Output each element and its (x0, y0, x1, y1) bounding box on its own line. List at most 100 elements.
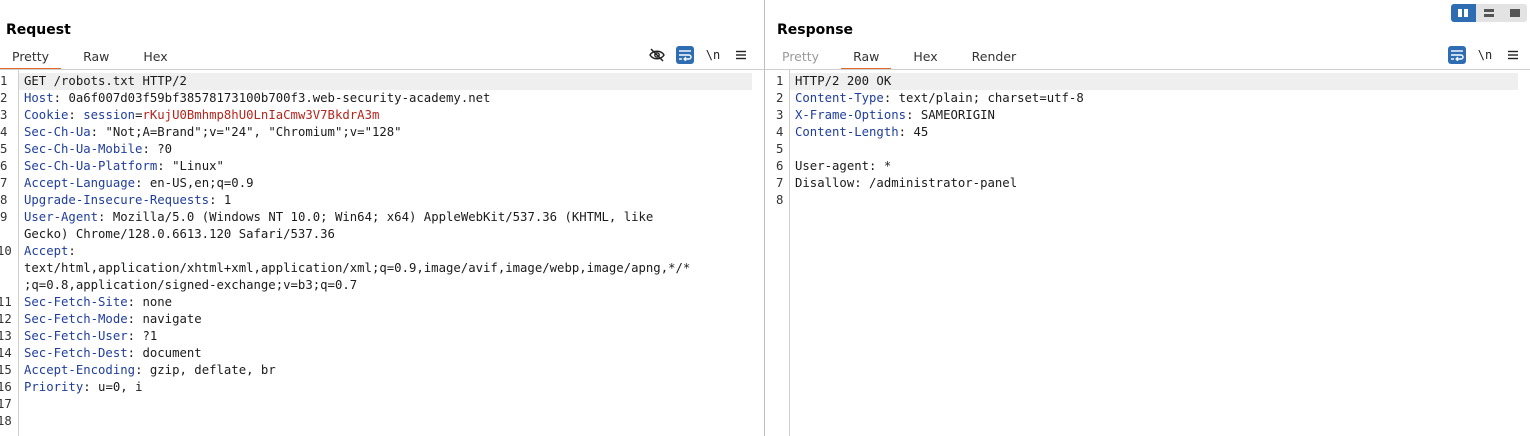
request-editor[interactable]: 1 GET /robots.txt HTTP/2 2 Host: 0a6f007d03… (0, 70, 764, 436)
code-line[interactable]: 8 Upgrade-Insecure-Requests: 1 (0, 192, 764, 209)
code-line[interactable]: 5 Sec-Ch-Ua-Mobile: ?0 (0, 141, 764, 158)
tab-pretty[interactable]: Pretty (770, 44, 831, 70)
line-content[interactable]: Sec-Fetch-Mode: navigate (24, 311, 202, 328)
code-line[interactable]: 5 (765, 141, 1530, 158)
newline-toggle-button[interactable]: \n (704, 46, 722, 64)
code-line[interactable]: 18 (0, 413, 764, 430)
header-name: Cookie (24, 108, 69, 122)
code-line[interactable]: 14 Sec-Fetch-Dest: document (0, 345, 764, 362)
header-name: Sec-Fetch-Site (24, 295, 128, 309)
line-number: 17 (0, 397, 12, 411)
code-line[interactable]: 7 Disallow: /administrator-panel (765, 175, 1530, 192)
line-content[interactable]: Sec-Ch-Ua-Mobile: ?0 (24, 141, 172, 158)
code-line[interactable]: 2 Content-Type: text/plain; charset=utf-8 (765, 90, 1530, 107)
code-line[interactable]: 6 Sec-Ch-Ua-Platform: "Linux" (0, 158, 764, 175)
line-content[interactable]: Host: 0a6f007d03f59bf38578173100b700f3.w… (24, 90, 490, 107)
hamburger-menu-icon[interactable] (1504, 46, 1522, 64)
code-line[interactable]: 1 GET /robots.txt HTTP/2 (0, 73, 764, 90)
code-line[interactable]: 13 Sec-Fetch-User: ?1 (0, 328, 764, 345)
code-line[interactable]: 3 X-Frame-Options: SAMEORIGIN (765, 107, 1530, 124)
line-content[interactable]: Accept: (24, 243, 83, 260)
line-content[interactable]: User-Agent: Mozilla/5.0 (Windows NT 10.0… (24, 209, 653, 226)
wrap-lines-icon[interactable] (1448, 46, 1466, 64)
header-separator: : (90, 125, 106, 139)
line-content[interactable]: Accept-Language: en-US,en;q=0.9 (24, 175, 254, 192)
response-code[interactable]: 1 HTTP/2 200 OK 2 Content-Type: text/plain;… (765, 73, 1530, 209)
header-name: Sec-Ch-Ua-Platform (24, 159, 158, 173)
line-content[interactable]: User-agent: * (795, 158, 891, 175)
code-line[interactable]: 10 Accept: (0, 243, 764, 260)
hamburger-menu-icon[interactable] (732, 46, 750, 64)
tab-hex[interactable]: Hex (901, 44, 949, 70)
line-content[interactable]: HTTP/2 200 OK (795, 73, 891, 90)
line-content[interactable]: X-Frame-Options: SAMEORIGIN (795, 107, 995, 124)
code-line[interactable]: 9 User-Agent: Mozilla/5.0 (Windows NT 10.… (0, 209, 764, 226)
code-line[interactable]: 12 Sec-Fetch-Mode: navigate (0, 311, 764, 328)
code-line[interactable]: 16 Priority: u=0, i (0, 379, 764, 396)
line-text: HTTP/2 200 OK (795, 74, 892, 88)
line-content[interactable]: Content-Length: 45 (795, 124, 928, 141)
header-separator: : (83, 380, 99, 394)
line-content[interactable]: Accept-Encoding: gzip, deflate, br (24, 362, 276, 379)
code-line[interactable]: 1 HTTP/2 200 OK (765, 73, 1530, 90)
tab-pretty[interactable]: Pretty (0, 44, 62, 70)
code-line[interactable]: 6 User-agent: * (765, 158, 1530, 175)
tab-raw[interactable]: Raw (71, 44, 121, 70)
code-line[interactable]: 7 Accept-Language: en-US,en;q=0.9 (0, 175, 764, 192)
code-line[interactable]: 15 Accept-Encoding: gzip, deflate, br (0, 362, 764, 379)
line-content[interactable]: Priority: u=0, i (24, 379, 142, 396)
line-content[interactable]: GET /robots.txt HTTP/2 (24, 73, 187, 90)
line-content[interactable]: Sec-Ch-Ua: "Not;A=Brand";v="24", "Chromi… (24, 124, 402, 141)
request-code[interactable]: 1 GET /robots.txt HTTP/2 2 Host: 0a6f007d03… (0, 73, 764, 430)
line-text: User-agent: * (795, 159, 892, 173)
line-number: 10 (0, 244, 12, 258)
line-content[interactable]: Sec-Fetch-Dest: document (24, 345, 202, 362)
line-content[interactable]: Sec-Fetch-Site: none (24, 294, 172, 311)
newline-toggle-button[interactable]: \n (1476, 46, 1494, 64)
line-content[interactable]: Disallow: /administrator-panel (795, 175, 1017, 192)
header-name: Content-Type (795, 91, 884, 105)
request-pane: Request Pretty Raw Hex \n 1 GET /robots.t… (0, 0, 764, 436)
tab-render[interactable]: Render (960, 44, 1029, 70)
code-line-continuation[interactable]: Gecko) Chrome/128.0.6613.120 Safari/537.… (0, 226, 764, 243)
code-line[interactable]: 8 (765, 192, 1530, 209)
line-content[interactable]: Content-Type: text/plain; charset=utf-8 (795, 90, 1084, 107)
line-number: 15 (0, 363, 12, 377)
line-content[interactable]: Sec-Fetch-User: ?1 (24, 328, 157, 345)
line-number: 6 (776, 159, 784, 173)
line-number: 12 (0, 312, 12, 326)
code-line[interactable]: 4 Sec-Ch-Ua: "Not;A=Brand";v="24", "Chrom… (0, 124, 764, 141)
code-line[interactable]: 17 (0, 396, 764, 413)
header-value: ?1 (142, 329, 158, 343)
line-content[interactable]: Upgrade-Insecure-Requests: 1 (24, 192, 231, 209)
eye-slash-icon[interactable] (648, 46, 666, 64)
line-number: 7 (776, 176, 784, 190)
line-number: 13 (0, 329, 12, 343)
wrap-lines-icon[interactable] (676, 46, 694, 64)
line-number: 1 (0, 74, 8, 88)
header-name: Accept (24, 244, 69, 258)
header-name: Priority (24, 380, 84, 394)
header-separator: : (142, 142, 158, 156)
header-separator: : (53, 91, 69, 105)
header-name: Accept-Encoding (24, 363, 136, 377)
line-content[interactable]: Sec-Ch-Ua-Platform: "Linux" (24, 158, 224, 175)
code-line[interactable]: 11 Sec-Fetch-Site: none (0, 294, 764, 311)
code-line-continuation[interactable]: text/html,application/xhtml+xml,applicat… (0, 260, 764, 277)
header-value: 45 (913, 125, 929, 139)
code-line[interactable]: 4 Content-Length: 45 (765, 124, 1530, 141)
header-value: document (142, 346, 202, 360)
tab-raw[interactable]: Raw (841, 44, 892, 70)
header-name: X-Frame-Options (795, 108, 907, 122)
response-editor[interactable]: 1 HTTP/2 200 OK 2 Content-Type: text/plain;… (765, 70, 1530, 436)
header-separator: : (883, 91, 899, 105)
line-content[interactable]: Cookie: session=rKujU0Bmhmp8hU0LnIaCmw3V… (24, 107, 379, 124)
tab-hex[interactable]: Hex (131, 44, 179, 70)
header-value: text/plain; charset=utf-8 (898, 91, 1084, 105)
repeater-message-viewer: Request Pretty Raw Hex \n 1 GET /robots.t… (0, 0, 1530, 436)
code-line[interactable]: 2 Host: 0a6f007d03f59bf38578173100b700f3.… (0, 90, 764, 107)
code-line-continuation[interactable]: ;q=0.8,application/signed-exchange;v=b3;… (0, 277, 764, 294)
header-name: Host (24, 91, 54, 105)
code-line[interactable]: 3 Cookie: session=rKujU0Bmhmp8hU0LnIaCmw3… (0, 107, 764, 124)
header-separator: : (127, 329, 143, 343)
